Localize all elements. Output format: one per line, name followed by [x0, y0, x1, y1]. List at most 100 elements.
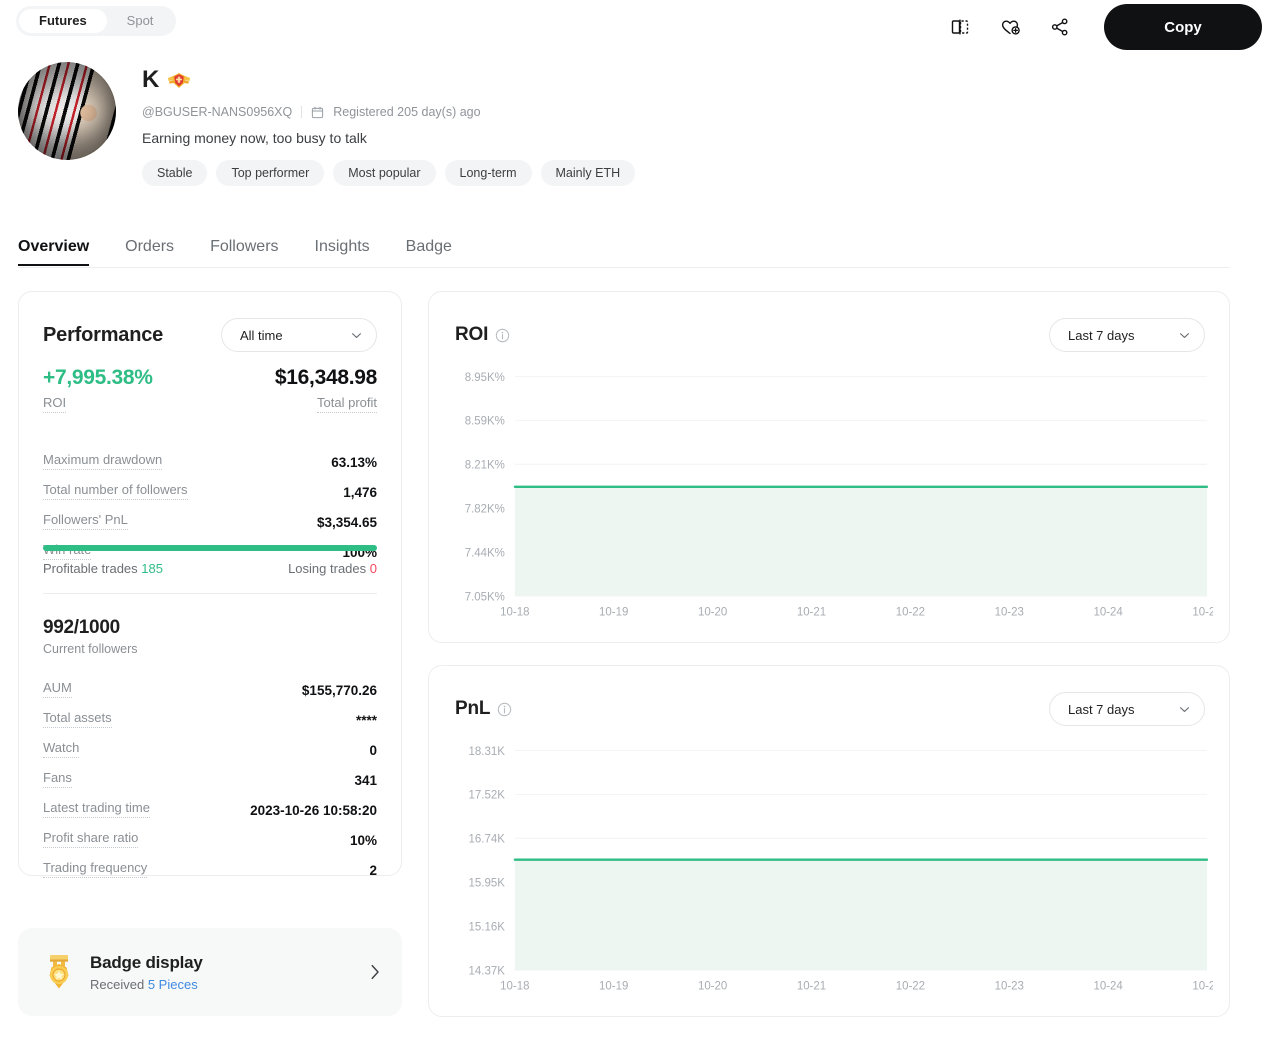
profitable-trades-legend: Profitable trades 185	[43, 561, 163, 576]
stat-value: 63.13%	[331, 455, 377, 470]
market-toggle-futures[interactable]: Futures	[19, 9, 107, 33]
current-followers-block: 992/1000 Current followers	[43, 617, 137, 656]
badge-display-card[interactable]: Badge display Received 5 Pieces	[18, 928, 402, 1016]
table-row: Maximum drawdown 63.13%	[43, 440, 377, 470]
profile-meta-row: @BGUSER-NANS0956XQ Registered 205 day(s)…	[142, 105, 481, 119]
profile-handle: @BGUSER-NANS0956XQ	[142, 105, 293, 119]
profile-header: K @BGUSER-NANS0956XQ Registered 205 day(…	[18, 60, 1262, 186]
losing-trades-label: Losing trades	[288, 561, 367, 576]
svg-text:10-25: 10-25	[1192, 604, 1213, 619]
chevron-down-icon	[1179, 706, 1190, 712]
svg-text:15.95K: 15.95K	[469, 875, 505, 890]
svg-text:10-21: 10-21	[797, 604, 827, 619]
table-row: Total assets ****	[43, 698, 377, 728]
stat-label: AUM	[43, 680, 72, 698]
registered-text: Registered 205 day(s) ago	[333, 105, 481, 119]
info-circle-icon[interactable]	[495, 328, 510, 343]
chevron-down-icon	[1179, 332, 1190, 338]
pnl-period-select[interactable]: Last 7 days	[1049, 692, 1205, 726]
svg-text:8.21K%: 8.21K%	[465, 457, 506, 472]
win-rate-bar-wrap: Profitable trades 185 Losing trades 0	[43, 545, 377, 576]
performance-title: Performance	[43, 323, 164, 346]
table-row: AUM $155,770.26	[43, 668, 377, 698]
market-toggle-spot[interactable]: Spot	[107, 9, 174, 33]
stat-value: $155,770.26	[301, 683, 377, 698]
tab-insights[interactable]: Insights	[315, 238, 370, 266]
svg-text:7.82K%: 7.82K%	[465, 501, 506, 516]
winged-gem-badge-icon	[168, 72, 191, 88]
svg-text:10-20: 10-20	[698, 604, 728, 619]
svg-text:10-20: 10-20	[698, 978, 728, 993]
stat-label: Followers' PnL	[43, 512, 128, 530]
pnl-chart-card: PnL Last 7 days 14.37K 15.16K 15.95K 16.74K…	[428, 665, 1230, 1017]
table-row: Total number of followers 1,476	[43, 470, 377, 500]
account-stat-list: AUM $155,770.26 Total assets **** Watch …	[43, 668, 377, 878]
performance-period-value: All time	[240, 327, 283, 343]
profile-tags: Stable Top performer Most popular Long-t…	[142, 160, 636, 186]
roi-label: ROI	[43, 395, 67, 413]
avatar[interactable]	[18, 62, 116, 160]
table-row: Watch 0	[43, 728, 377, 758]
copy-button[interactable]: Copy	[1104, 4, 1262, 50]
total-profit-label: Total profit	[317, 395, 377, 413]
svg-text:10-23: 10-23	[995, 978, 1025, 993]
stat-value: ****	[355, 713, 377, 728]
roi-period-select[interactable]: Last 7 days	[1049, 318, 1205, 352]
table-row: Fans 341	[43, 758, 377, 788]
win-rate-bar	[43, 545, 377, 551]
table-row: Profit share ratio 10%	[43, 818, 377, 848]
stat-label: Total assets	[43, 710, 112, 728]
svg-text:8.59K%: 8.59K%	[465, 413, 506, 428]
share-nodes-icon[interactable]	[1048, 15, 1072, 39]
svg-text:10-19: 10-19	[599, 604, 629, 619]
market-type-toggle[interactable]: Futures Spot	[16, 6, 177, 36]
stat-label: Total number of followers	[43, 482, 188, 500]
roi-value: +7,995.38%	[43, 366, 153, 389]
roi-chart-title: ROI	[455, 324, 489, 345]
tag-long-term: Long-term	[444, 160, 532, 186]
tag-top-performer: Top performer	[216, 160, 325, 186]
tabs-divider	[18, 267, 1230, 268]
gold-medal-icon	[49, 955, 69, 989]
tab-badge[interactable]: Badge	[406, 238, 452, 266]
svg-text:10-24: 10-24	[1093, 978, 1123, 993]
svg-text:10-21: 10-21	[797, 978, 827, 993]
total-profit-value: $16,348.98	[274, 366, 377, 389]
meta-divider	[301, 106, 303, 118]
svg-text:10-24: 10-24	[1093, 604, 1123, 619]
stat-value: 10%	[349, 833, 377, 848]
roi-period-value: Last 7 days	[1068, 327, 1135, 343]
stat-label: Fans	[43, 770, 72, 788]
profile-page: Futures Spot K @BGUSER-NANS0956XQ Regist…	[0, 0, 1280, 1041]
performance-stat-list: Maximum drawdown 63.13% Total number of …	[43, 440, 377, 560]
chevron-right-icon[interactable]	[370, 964, 380, 980]
stat-label: Trading frequency	[43, 860, 148, 878]
header-actions: Copy	[948, 4, 1262, 50]
pnl-chart-title: PnL	[455, 698, 491, 719]
roi-plot: 7.05K% 7.44K% 7.82K% 8.21K% 8.59K% 8.95K% 10-1…	[453, 370, 1213, 624]
tag-most-popular: Most popular	[333, 160, 436, 186]
svg-text:18.31K: 18.31K	[469, 744, 505, 758]
stat-value: 2023-10-26 10:58:20	[250, 803, 377, 818]
roi-chart-header: ROI Last 7 days	[455, 318, 1205, 352]
badge-display-subtitle: Received 5 Pieces	[90, 977, 370, 992]
svg-text:10-23: 10-23	[995, 604, 1025, 619]
stat-label: Watch	[43, 740, 80, 758]
tab-orders[interactable]: Orders	[125, 238, 174, 266]
profile-bio: Earning money now, too busy to talk	[142, 130, 367, 146]
tag-mainly-eth: Mainly ETH	[540, 160, 636, 186]
info-circle-icon[interactable]	[497, 702, 512, 717]
current-followers-count: 992/1000	[43, 617, 120, 638]
heart-plus-icon[interactable]	[998, 15, 1022, 39]
badge-display-text: Badge display Received 5 Pieces	[90, 953, 370, 992]
tab-overview[interactable]: Overview	[18, 238, 90, 266]
performance-hero: +7,995.38% $16,348.98 ROI Total profit	[43, 366, 377, 413]
performance-period-select[interactable]: All time	[221, 318, 377, 352]
svg-text:8.95K%: 8.95K%	[465, 370, 506, 384]
stat-label: Maximum drawdown	[43, 452, 163, 470]
tab-followers[interactable]: Followers	[210, 238, 278, 266]
roi-chart-card: ROI Last 7 days 7.05K% 7.44K% 7.82K% 8.21K%…	[428, 291, 1230, 643]
profitable-trades-count: 185	[141, 561, 163, 576]
compare-panel-icon[interactable]	[948, 15, 972, 39]
stat-label: Profit share ratio	[43, 830, 139, 848]
